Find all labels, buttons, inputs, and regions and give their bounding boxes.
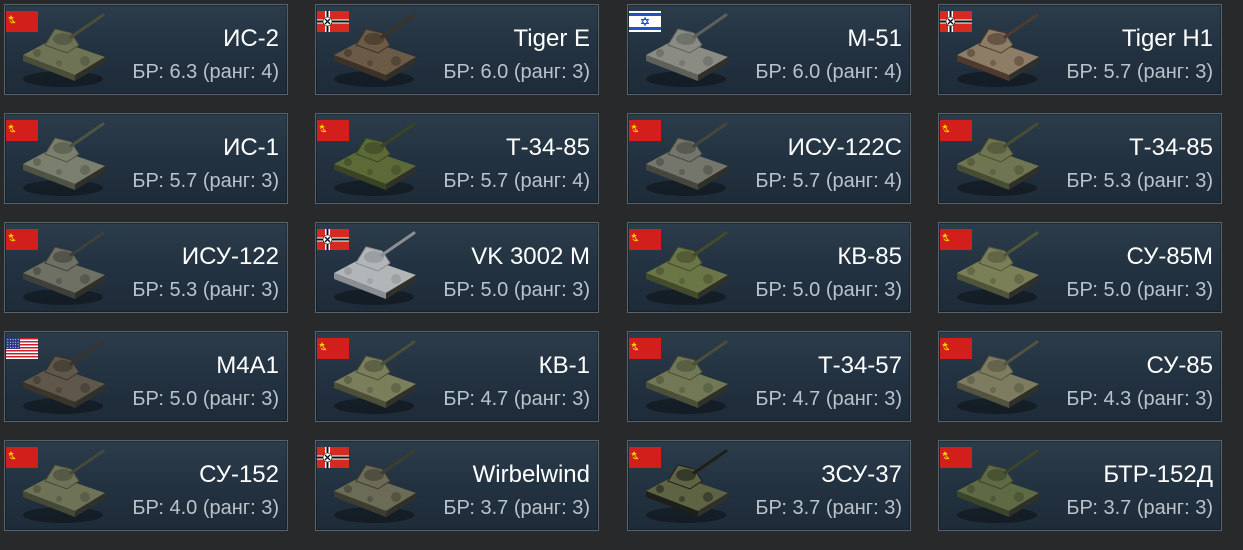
vehicle-card[interactable]: КВ-1 БР: 4.7 (ранг: 3) <box>315 331 599 422</box>
vehicle-card[interactable]: Tiger H1 БР: 5.7 (ранг: 3) <box>938 4 1222 95</box>
vehicle-battle-rating: БР: 5.3 (ранг: 3) <box>1066 170 1213 192</box>
vehicle-name: СУ-152 <box>199 461 279 488</box>
ussr-flag-icon <box>940 447 972 468</box>
vehicle-battle-rating: БР: 3.7 (ранг: 3) <box>755 497 902 519</box>
usa-flag-icon <box>6 338 38 359</box>
vehicle-card[interactable]: БТР-152Д БР: 3.7 (ранг: 3) <box>938 440 1222 531</box>
vehicle-battle-rating: БР: 4.7 (ранг: 3) <box>755 388 902 410</box>
vehicle-battle-rating: БР: 4.0 (ранг: 3) <box>132 497 279 519</box>
vehicle-battle-rating: БР: 6.0 (ранг: 3) <box>443 61 590 83</box>
vehicle-name: Tiger H1 <box>1121 25 1213 52</box>
vehicle-battle-rating: БР: 5.7 (ранг: 3) <box>1066 61 1213 83</box>
germany-flag-icon <box>317 229 349 250</box>
vehicle-card[interactable]: M-51 БР: 6.0 (ранг: 4) <box>627 4 911 95</box>
vehicle-battle-rating: БР: 6.3 (ранг: 4) <box>132 61 279 83</box>
vehicle-card[interactable]: ИСУ-122 БР: 5.3 (ранг: 3) <box>4 222 288 313</box>
ussr-flag-icon <box>6 447 38 468</box>
ussr-flag-icon <box>317 338 349 359</box>
vehicle-battle-rating: БР: 4.3 (ранг: 3) <box>1066 388 1213 410</box>
vehicle-name: Т-34-57 <box>817 352 902 379</box>
vehicle-battle-rating: БР: 5.3 (ранг: 3) <box>132 279 279 301</box>
ussr-flag-icon <box>6 229 38 250</box>
vehicle-card[interactable]: Т-34-57 БР: 4.7 (ранг: 3) <box>627 331 911 422</box>
vehicle-card[interactable]: VK 3002 M БР: 5.0 (ранг: 3) <box>315 222 599 313</box>
ussr-flag-icon <box>6 11 38 32</box>
vehicle-card[interactable]: ЗСУ-37 БР: 3.7 (ранг: 3) <box>627 440 911 531</box>
israel-flag-icon <box>629 11 661 32</box>
ussr-flag-icon <box>629 120 661 141</box>
vehicle-card[interactable]: СУ-85М БР: 5.0 (ранг: 3) <box>938 222 1222 313</box>
germany-flag-icon <box>317 447 349 468</box>
vehicle-name: БТР-152Д <box>1103 461 1213 488</box>
vehicle-name: Tiger E <box>513 25 590 52</box>
vehicle-card[interactable]: ИС-1 БР: 5.7 (ранг: 3) <box>4 113 288 204</box>
vehicle-card[interactable]: КВ-85 БР: 5.0 (ранг: 3) <box>627 222 911 313</box>
vehicle-name: M-51 <box>847 25 902 52</box>
vehicle-card[interactable]: СУ-152 БР: 4.0 (ранг: 3) <box>4 440 288 531</box>
vehicle-name: КВ-85 <box>837 243 902 270</box>
ussr-flag-icon <box>317 120 349 141</box>
vehicle-name: Т-34-85 <box>1128 134 1213 161</box>
vehicle-battle-rating: БР: 5.7 (ранг: 4) <box>755 170 902 192</box>
vehicle-name: КВ-1 <box>538 352 590 379</box>
vehicle-card[interactable]: Tiger E БР: 6.0 (ранг: 3) <box>315 4 599 95</box>
vehicle-name: M4A1 <box>216 352 279 379</box>
vehicle-name: ИСУ-122 <box>181 243 279 270</box>
vehicle-name: Т-34-85 <box>505 134 590 161</box>
vehicle-name: СУ-85М <box>1126 243 1213 270</box>
vehicle-battle-rating: БР: 5.0 (ранг: 3) <box>443 279 590 301</box>
germany-flag-icon <box>940 11 972 32</box>
vehicle-name: Wirbelwind <box>472 461 590 488</box>
vehicle-battle-rating: БР: 3.7 (ранг: 3) <box>1066 497 1213 519</box>
vehicle-name: ИС-1 <box>223 134 279 161</box>
vehicle-card[interactable]: Wirbelwind БР: 3.7 (ранг: 3) <box>315 440 599 531</box>
vehicle-name: ИСУ-122С <box>787 134 902 161</box>
ussr-flag-icon <box>629 338 661 359</box>
vehicle-name: ЗСУ-37 <box>821 461 902 488</box>
vehicle-battle-rating: БР: 6.0 (ранг: 4) <box>755 61 902 83</box>
vehicle-card[interactable]: СУ-85 БР: 4.3 (ранг: 3) <box>938 331 1222 422</box>
vehicle-name: VK 3002 M <box>471 243 590 270</box>
vehicle-card[interactable]: ИСУ-122С БР: 5.7 (ранг: 4) <box>627 113 911 204</box>
ussr-flag-icon <box>6 120 38 141</box>
germany-flag-icon <box>317 11 349 32</box>
vehicle-name: ИС-2 <box>223 25 279 52</box>
vehicle-grid: ИС-2 БР: 6.3 (ранг: 4) Tiger E БР: 6.0 (ран… <box>0 0 1243 550</box>
vehicle-card[interactable]: ИС-2 БР: 6.3 (ранг: 4) <box>4 4 288 95</box>
vehicle-name: СУ-85 <box>1146 352 1213 379</box>
vehicle-battle-rating: БР: 5.7 (ранг: 4) <box>443 170 590 192</box>
ussr-flag-icon <box>940 338 972 359</box>
vehicle-battle-rating: БР: 5.7 (ранг: 3) <box>132 170 279 192</box>
vehicle-card[interactable]: Т-34-85 БР: 5.3 (ранг: 3) <box>938 113 1222 204</box>
vehicle-battle-rating: БР: 5.0 (ранг: 3) <box>755 279 902 301</box>
vehicle-card[interactable]: M4A1 БР: 5.0 (ранг: 3) <box>4 331 288 422</box>
ussr-flag-icon <box>629 229 661 250</box>
vehicle-battle-rating: БР: 5.0 (ранг: 3) <box>132 388 279 410</box>
ussr-flag-icon <box>940 229 972 250</box>
vehicle-battle-rating: БР: 3.7 (ранг: 3) <box>443 497 590 519</box>
ussr-flag-icon <box>940 120 972 141</box>
vehicle-battle-rating: БР: 5.0 (ранг: 3) <box>1066 279 1213 301</box>
vehicle-card[interactable]: Т-34-85 БР: 5.7 (ранг: 4) <box>315 113 599 204</box>
vehicle-battle-rating: БР: 4.7 (ранг: 3) <box>443 388 590 410</box>
ussr-flag-icon <box>629 447 661 468</box>
